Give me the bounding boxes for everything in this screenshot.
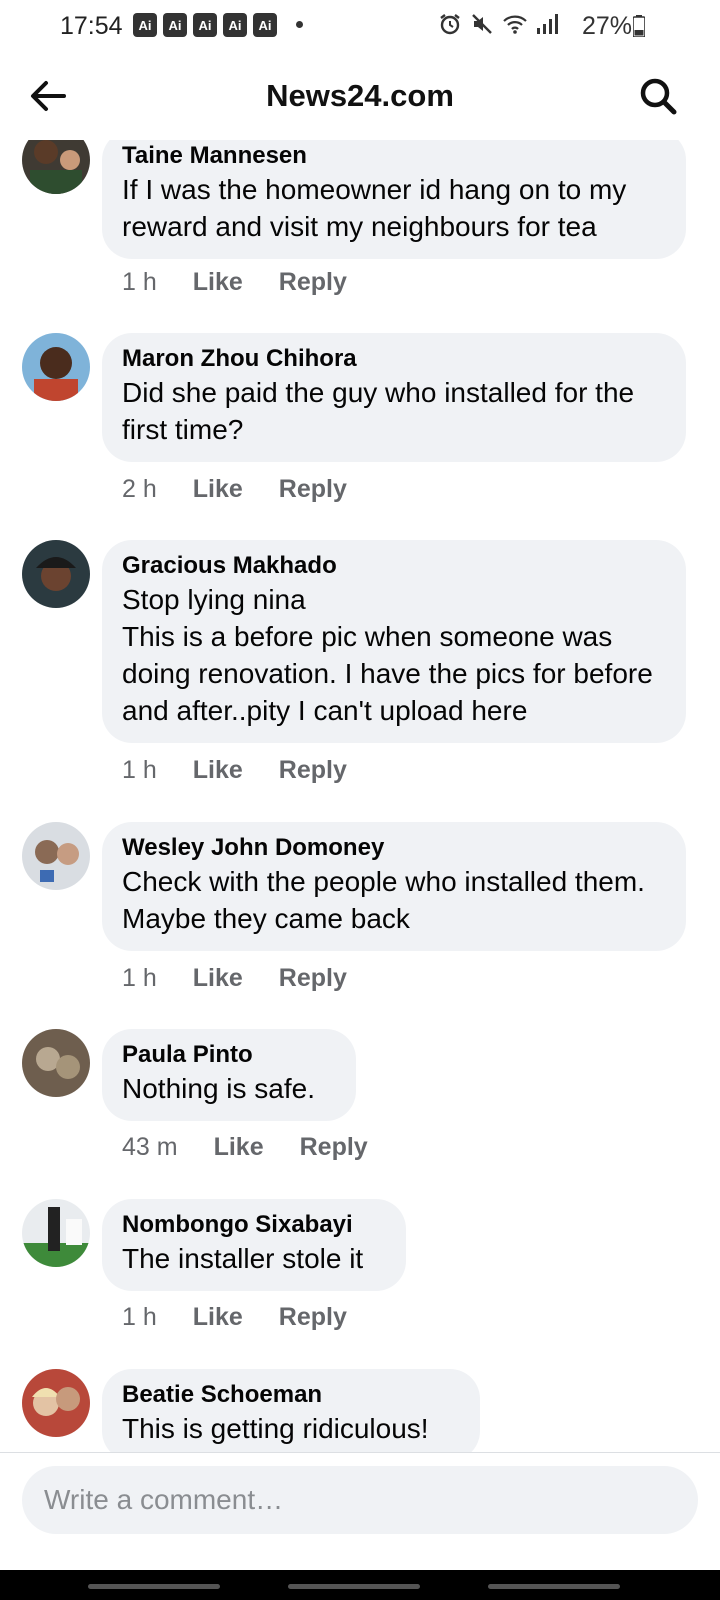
like-button[interactable]: Like [193,964,243,993]
comment-author[interactable]: Taine Mannesen [122,141,666,171]
comment-author[interactable]: Nombongo Sixabayi [122,1210,386,1240]
system-navigation-bar [0,1570,720,1600]
comment-text: This is getting ridiculous! [122,1413,429,1444]
comment-text: Did she paid the guy who installed for t… [122,377,635,445]
page-title: News24.com [266,78,454,113]
status-icons [438,12,558,36]
comment-time: 43 m [122,1133,178,1161]
ai-notification-badges: Ai Ai Ai Ai Ai [133,13,277,37]
nav-recents-handle[interactable] [88,1584,220,1589]
comment-author[interactable]: Gracious Makhado [122,551,666,581]
search-icon [640,78,677,115]
battery-icon [633,15,645,37]
signal-icon [537,14,558,34]
comment-actions: 1 h Like Reply [122,1303,347,1332]
alarm-icon [440,14,460,35]
ai-badge: Ai [253,13,277,37]
avatar[interactable] [22,822,90,890]
comment-author[interactable]: Paula Pinto [122,1040,336,1070]
avatar[interactable] [22,333,90,401]
reply-button[interactable]: Reply [279,756,347,785]
comment-actions: 43 m Like Reply [122,1133,368,1162]
avatar[interactable] [22,1369,90,1437]
reply-button[interactable]: Reply [300,1133,368,1162]
status-bar: 17:54 Ai Ai Ai Ai Ai 27% [0,0,720,52]
comment-bubble[interactable]: Paula Pinto Nothing is safe. [102,1029,356,1121]
comment-actions: 1 h Like Reply [122,756,347,785]
like-button[interactable]: Like [193,475,243,504]
like-button[interactable]: Like [193,268,243,297]
reply-button[interactable]: Reply [279,268,347,297]
like-button[interactable]: Like [193,1303,243,1332]
comment-time: 1 h [122,756,157,784]
comment-text: Nothing is safe. [122,1073,315,1104]
like-button[interactable]: Like [193,756,243,785]
comment-text: Check with the people who installed them… [122,866,645,934]
notification-dot [296,21,303,28]
comment-actions: 1 h Like Reply [122,964,347,993]
comment-input[interactable] [22,1466,698,1534]
nav-home-handle[interactable] [288,1584,420,1589]
app-header: News24.com [0,52,720,140]
battery-percentage: 27% [582,12,633,40]
comment-time: 2 h [122,475,157,503]
comment-bubble[interactable]: Nombongo Sixabayi The installer stole it [102,1199,406,1291]
comment-bubble[interactable]: Maron Zhou Chihora Did she paid the guy … [102,333,686,462]
comment-time: 1 h [122,1303,157,1331]
comment-bubble[interactable]: Beatie Schoeman This is getting ridiculo… [102,1369,480,1452]
status-time: 17:54 [60,12,123,40]
comment-text: If I was the homeowner id hang on to my … [122,174,627,242]
search-button[interactable] [636,74,680,118]
ai-badge: Ai [223,13,247,37]
comment-bubble[interactable]: Taine Mannesen If I was the homeowner id… [102,140,686,259]
comment-bubble[interactable]: Gracious Makhado Stop lying nina This is… [102,540,686,743]
comment-actions: 1 h Like Reply [122,268,347,297]
comment-text: Stop lying nina This is a before pic whe… [122,584,653,726]
comment-author[interactable]: Maron Zhou Chihora [122,344,666,374]
wifi-icon [503,15,527,34]
comment-time: 1 h [122,964,157,992]
avatar[interactable] [22,540,90,608]
comment-time: 1 h [122,268,157,296]
comment-composer [0,1452,720,1571]
nav-back-handle[interactable] [488,1584,620,1589]
avatar[interactable] [22,140,90,194]
avatar[interactable] [22,1029,90,1097]
ai-badge: Ai [163,13,187,37]
like-button[interactable]: Like [214,1133,264,1162]
reply-button[interactable]: Reply [279,475,347,504]
comment-text: The installer stole it [122,1243,364,1274]
comments-list[interactable]: Taine Mannesen If I was the homeowner id… [0,140,720,1452]
comment-author[interactable]: Beatie Schoeman [122,1380,460,1410]
mute-icon [472,14,492,34]
comment-bubble[interactable]: Wesley John Domoney Check with the peopl… [102,822,686,951]
ai-badge: Ai [133,13,157,37]
comment-author[interactable]: Wesley John Domoney [122,833,666,863]
ai-badge: Ai [193,13,217,37]
avatar[interactable] [22,1199,90,1267]
comment-actions: 2 h Like Reply [122,475,347,504]
reply-button[interactable]: Reply [279,1303,347,1332]
reply-button[interactable]: Reply [279,964,347,993]
